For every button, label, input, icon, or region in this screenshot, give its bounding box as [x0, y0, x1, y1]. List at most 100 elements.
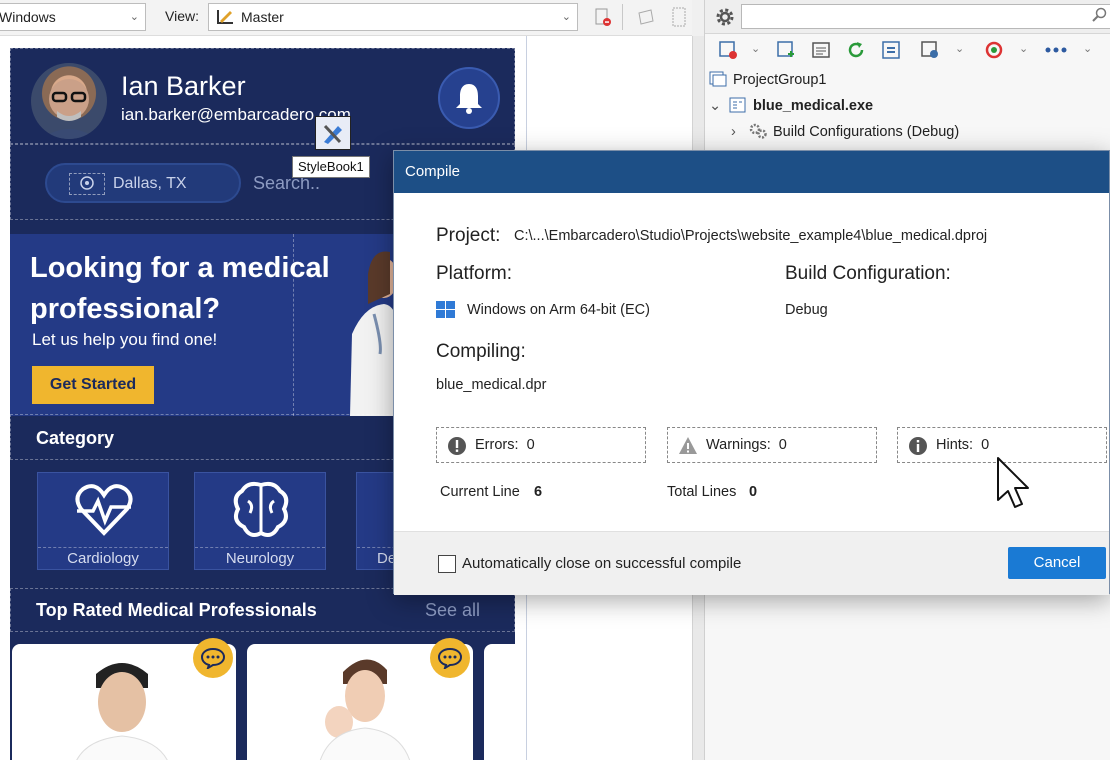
- location-text: Dallas, TX: [113, 175, 187, 192]
- compile-dialog: Compile Project: C:\...\Embarcadero\Stud…: [393, 150, 1110, 595]
- chevron-down-icon[interactable]: ⌄: [955, 42, 964, 55]
- chevron-down-icon[interactable]: ⌄: [751, 42, 760, 55]
- target-icon[interactable]: [983, 39, 1005, 61]
- category-card-neurology[interactable]: Neurology: [194, 472, 326, 570]
- view-combo[interactable]: Master ⌄: [208, 3, 578, 31]
- project-group-icon: [709, 71, 727, 87]
- heart-pulse-icon: [75, 484, 133, 536]
- auto-close-checkbox[interactable]: [438, 555, 456, 573]
- platform-value: Windows on Arm 64-bit (EC): [467, 302, 650, 318]
- user-photo-icon: [41, 79, 97, 139]
- hero-subtitle: Let us help you find one!: [32, 330, 218, 349]
- remove-view-icon[interactable]: [591, 5, 615, 29]
- device-frame-icon[interactable]: [667, 5, 691, 29]
- category-card-cardiology[interactable]: Cardiology: [37, 472, 169, 570]
- gears-icon: [749, 123, 767, 139]
- warnings-label-text: Warnings:: [706, 437, 771, 453]
- tool-palette-search-input[interactable]: [741, 4, 1110, 29]
- chat-bubble-icon[interactable]: [430, 638, 470, 678]
- location-pin-icon: [69, 173, 105, 195]
- lock-view-icon[interactable]: [634, 5, 658, 29]
- cancel-button[interactable]: Cancel: [1008, 547, 1106, 579]
- tree-item-label: Build Configurations (Debug): [773, 124, 960, 140]
- top-rated-title: Top Rated Medical Professionals: [36, 600, 317, 620]
- project-label: Project:: [436, 225, 501, 246]
- exe-project-icon: [729, 97, 747, 113]
- dialog-footer: Automatically close on successful compil…: [394, 531, 1109, 595]
- project-path: C:\...\Embarcadero\Studio\Projects\websi…: [514, 228, 988, 244]
- bell-icon: [456, 84, 482, 114]
- ide-toolbar: Windows ⌄ View: Master ⌄: [0, 0, 692, 36]
- add-file-icon[interactable]: [775, 39, 797, 61]
- project-options-icon[interactable]: [717, 39, 739, 61]
- info-icon: [908, 436, 928, 456]
- auto-close-label[interactable]: Automatically close on successful compil…: [462, 555, 741, 572]
- chat-bubble-icon[interactable]: [193, 638, 233, 678]
- stylebook-tooltip: StyleBook1: [292, 156, 370, 178]
- chevron-down-icon: ⌄: [129, 11, 139, 23]
- warning-icon: [678, 436, 698, 456]
- brain-icon: [233, 481, 289, 537]
- platform-combo-value: Windows: [0, 9, 56, 25]
- dialog-title: Compile: [394, 151, 1109, 193]
- chevron-down-icon[interactable]: ⌄: [1019, 42, 1028, 55]
- avatar: [31, 63, 107, 139]
- tree-item-label: ProjectGroup1: [733, 72, 827, 88]
- category-label: Neurology: [195, 547, 325, 569]
- view-label: View:: [165, 8, 199, 24]
- errors-count: 0: [526, 437, 535, 453]
- compiling-label: Compiling:: [436, 341, 526, 362]
- chevron-down-icon: ⌄: [561, 11, 571, 23]
- platform-label: Platform:: [436, 263, 513, 284]
- doctor-card-partial[interactable]: [484, 644, 515, 760]
- chevron-down-icon[interactable]: ⌄: [1083, 42, 1092, 55]
- sync-icon[interactable]: [880, 39, 902, 61]
- view-source-icon[interactable]: [810, 39, 832, 61]
- chevron-right-icon[interactable]: ›: [731, 120, 749, 144]
- view-master-icon: [217, 10, 233, 24]
- toolbar-separator: [622, 4, 623, 30]
- errors-label: Errors: 0: [475, 437, 535, 453]
- location-selector[interactable]: Dallas, TX: [45, 163, 241, 203]
- tree-item-project-group[interactable]: ProjectGroup1: [709, 68, 827, 92]
- gear-icon[interactable]: [713, 5, 737, 29]
- profile-header: Ian Barker ian.barker@embarcadero.com: [10, 48, 515, 144]
- total-lines-label: Total Lines: [667, 484, 737, 500]
- tree-item-label: blue_medical.exe: [753, 98, 874, 114]
- user-name: Ian Barker: [121, 71, 246, 101]
- current-line-label: Current Line: [440, 484, 520, 500]
- refresh-icon[interactable]: [845, 39, 867, 61]
- build-config-value: Debug: [785, 302, 828, 318]
- errors-label-text: Errors:: [475, 437, 519, 453]
- compiling-file: blue_medical.dpr: [436, 377, 547, 393]
- hints-count: 0: [981, 437, 990, 453]
- hints-label: Hints: 0: [936, 437, 989, 453]
- category-label: Cardiology: [38, 547, 168, 569]
- windows-logo-icon: [436, 301, 456, 319]
- notifications-button[interactable]: [438, 67, 500, 129]
- stylebook-icon: [323, 124, 342, 144]
- tree-item-blue-medical[interactable]: ⌄ blue_medical.exe: [709, 94, 873, 118]
- search-button[interactable]: [315, 116, 351, 150]
- mouse-cursor-icon: [997, 457, 1029, 508]
- more-icon[interactable]: [1045, 39, 1067, 61]
- warnings-box: Warnings: 0: [667, 427, 877, 463]
- build-config-label: Build Configuration:: [785, 263, 951, 284]
- warnings-count: 0: [778, 437, 787, 453]
- tree-item-build-configurations[interactable]: › Build Configurations (Debug): [731, 120, 959, 144]
- ide-window: { "toolbar": { "platform_value": "Window…: [0, 0, 1110, 760]
- platform-combo[interactable]: Windows ⌄: [0, 3, 146, 31]
- get-started-button[interactable]: Get Started: [32, 366, 154, 404]
- total-lines-value: 0: [749, 484, 758, 500]
- project-manager-toolbar: ⌄ ⌄ ⌄ ⌄: [705, 36, 1110, 64]
- current-line-value: 6: [534, 484, 543, 500]
- search-icon: [1092, 7, 1108, 23]
- view-combo-value: Master: [241, 9, 284, 25]
- tool-palette-toolbar: [705, 0, 1110, 34]
- chevron-down-icon[interactable]: ⌄: [709, 94, 729, 118]
- error-icon: [447, 436, 467, 456]
- warnings-label: Warnings: 0: [706, 437, 787, 453]
- hints-label-text: Hints:: [936, 437, 974, 453]
- build-icon[interactable]: [919, 39, 941, 61]
- see-all-link[interactable]: See all: [425, 600, 480, 621]
